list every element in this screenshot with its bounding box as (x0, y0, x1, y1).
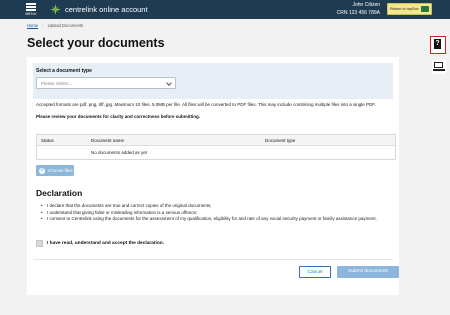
list-item: I consent to Centrelink using the docume… (41, 216, 391, 223)
menu-label: MENU (25, 12, 37, 16)
user-name: John Citizen (352, 2, 380, 8)
question-mark-icon: ? (434, 39, 441, 49)
document-type-selected-value: Please Select... (41, 81, 73, 86)
return-to-mygov-button[interactable]: Return to myGov (387, 3, 432, 15)
accept-declaration-label[interactable]: I have read, understand and accept the d… (47, 241, 164, 246)
divider (33, 259, 393, 260)
column-status: Status (41, 138, 54, 143)
cancel-label: Cancel (307, 270, 323, 275)
review-notice: Please review your documents for clarity… (36, 114, 201, 119)
submit-documents-button[interactable]: Submit documents (337, 266, 399, 278)
documents-table: Status Document name Document type No do… (36, 134, 396, 160)
brand-title: centrelink online account (65, 4, 148, 14)
accept-declaration-checkbox[interactable] (36, 240, 43, 247)
cancel-button[interactable]: Cancel (299, 266, 331, 278)
breadcrumb: Home › Upload Documents (27, 23, 83, 28)
document-type-panel: Select a document type Please Select... (33, 63, 393, 99)
chevron-down-icon (166, 80, 172, 86)
table-row: No documents added as yet (37, 146, 395, 159)
breadcrumb-chevron-icon: › (42, 23, 44, 28)
empty-table-message: No documents added as yet (91, 150, 148, 155)
mygov-icon (421, 6, 429, 12)
upload-card: Select a document type Please Select... … (27, 57, 399, 295)
breadcrumb-home-link[interactable]: Home (27, 23, 38, 28)
document-type-select[interactable]: Please Select... (36, 77, 176, 89)
user-crn: CRN 123 456 789A (336, 9, 380, 16)
declaration-list: I declare that the documents are true an… (41, 203, 391, 223)
menu-button[interactable]: MENU (22, 1, 40, 18)
hamburger-icon (26, 3, 36, 11)
choose-files-label: Choose files (48, 168, 73, 173)
accepted-formats-text: Accepted formats are pdf, png, tiff, jpg… (36, 102, 376, 107)
choose-files-button[interactable]: + Choose files (36, 165, 74, 176)
laptop-button[interactable] (432, 60, 446, 74)
return-to-mygov-label: Return to myGov (390, 7, 419, 11)
breadcrumb-current: Upload Documents (47, 23, 84, 28)
column-document-name: Document name (91, 138, 125, 143)
plus-icon: + (39, 167, 45, 174)
submit-label: Submit documents (348, 269, 388, 274)
centrelink-logo-icon (50, 4, 61, 15)
page-title: Select your documents (27, 36, 165, 50)
table-header: Status Document name Document type (37, 135, 395, 146)
document-type-label: Select a document type (36, 68, 92, 74)
help-button[interactable]: ? (430, 36, 446, 54)
top-header: MENU centrelink online account John Citi… (0, 0, 450, 19)
column-document-type: Document type (265, 138, 296, 143)
declaration-title: Declaration (36, 188, 83, 198)
